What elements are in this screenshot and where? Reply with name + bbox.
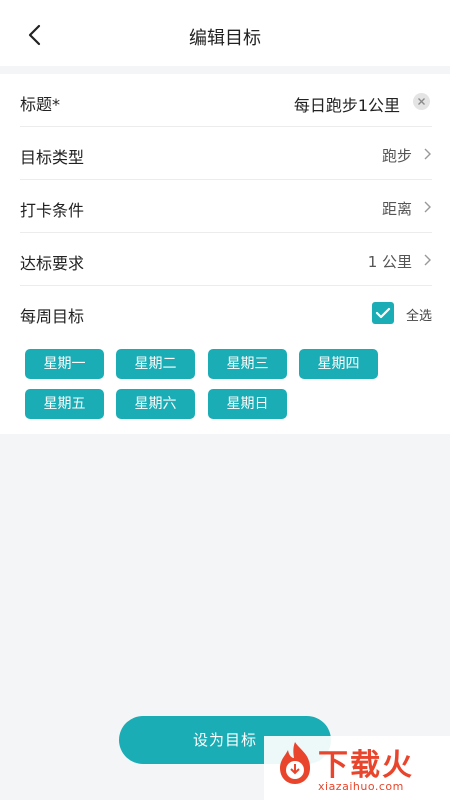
goal-type-row[interactable]: 目标类型 跑步 <box>20 127 432 180</box>
checkin-condition-label: 打卡条件 <box>20 201 85 220</box>
clear-title-button[interactable] <box>413 93 430 110</box>
header-bar: 编辑目标 <box>0 0 450 66</box>
goal-form-card: 标题* 每日跑步1公里 目标类型 跑步 打卡条件 距离 达标要求 1 公里 每周… <box>0 74 450 434</box>
flame-logo-icon <box>280 742 310 784</box>
weekday-chip-sunday[interactable]: 星期日 <box>208 389 287 419</box>
checkin-condition-row[interactable]: 打卡条件 距离 <box>20 180 432 233</box>
chevron-right-icon <box>424 148 431 160</box>
weekly-goal-label: 每周目标 <box>20 307 85 326</box>
chevron-right-icon <box>424 201 431 213</box>
check-icon <box>375 307 391 319</box>
title-input[interactable]: 每日跑步1公里 <box>294 92 400 116</box>
checkin-condition-value: 距离 <box>381 200 412 218</box>
title-label: 标题* <box>20 95 61 114</box>
chevron-right-icon <box>424 254 431 266</box>
watermark: 下载火 xiazaihuo.com <box>264 736 450 800</box>
weekday-chip-monday[interactable]: 星期一 <box>25 349 104 379</box>
weekday-chip-saturday[interactable]: 星期六 <box>116 389 195 419</box>
weekday-chip-friday[interactable]: 星期五 <box>25 389 104 419</box>
close-icon <box>418 98 425 105</box>
watermark-url: xiazaihuo.com <box>318 780 404 793</box>
weekday-chip-thursday[interactable]: 星期四 <box>299 349 378 379</box>
select-all-label: 全选 <box>405 309 432 324</box>
watermark-brand: 下载火 <box>318 748 414 783</box>
goal-type-value: 跑步 <box>381 147 412 165</box>
requirement-label: 达标要求 <box>20 254 85 273</box>
select-all-checkbox[interactable] <box>372 302 394 324</box>
goal-type-label: 目标类型 <box>20 148 85 167</box>
weekly-goal-row: 每周目标 全选 <box>20 286 432 339</box>
title-row[interactable]: 标题* 每日跑步1公里 <box>20 74 432 127</box>
page-title: 编辑目标 <box>189 28 261 49</box>
select-all-toggle[interactable]: 全选 <box>370 302 432 324</box>
requirement-row[interactable]: 达标要求 1 公里 <box>20 233 432 286</box>
requirement-value: 1 公里 <box>367 253 412 271</box>
weekday-chip-tuesday[interactable]: 星期二 <box>116 349 195 379</box>
weekday-chip-wednesday[interactable]: 星期三 <box>208 349 287 379</box>
